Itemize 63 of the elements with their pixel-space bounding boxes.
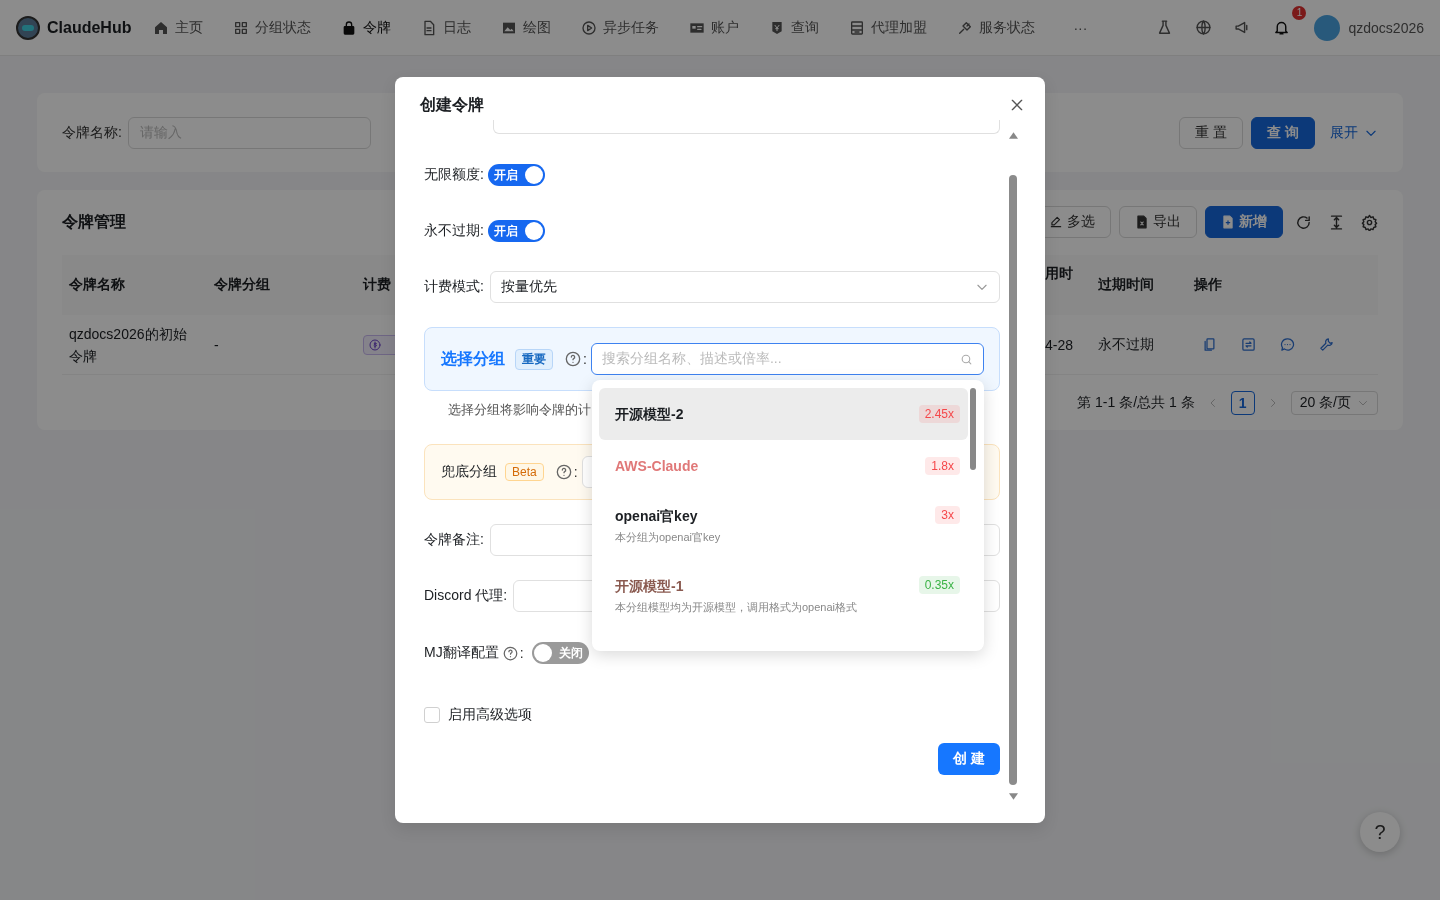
page-button[interactable]: 1: [1230, 391, 1255, 415]
dropdown-option[interactable]: 开源模型-2 2.45x: [599, 388, 968, 440]
toggle-switch[interactable]: 开启: [487, 164, 545, 186]
field-label: 令牌备注:: [424, 531, 484, 549]
option-description: 本分组模型均为开源模型，调用格式为openai格式: [615, 600, 858, 615]
dialog-title: 创建令牌: [420, 95, 484, 115]
table-cell: -: [214, 336, 219, 353]
nav-item[interactable]: 日志: [421, 18, 472, 37]
table-cell: 4-28: [1045, 336, 1074, 353]
option-name: 开源模型-1: [615, 577, 685, 596]
field-label: 无限额度:: [424, 166, 484, 184]
username[interactable]: qzdocs2026: [1348, 19, 1424, 36]
option-name: openai官key: [615, 507, 699, 526]
brand-name: ClaudeHub: [47, 18, 132, 37]
section-title: 选择分组: [441, 348, 505, 369]
tag: Beta: [505, 463, 544, 481]
table-cell: 永不过期: [1098, 335, 1154, 354]
nav-item[interactable]: 令牌: [341, 18, 392, 37]
ratio-tag: 1.8x: [925, 457, 960, 475]
create-button[interactable]: 创 建: [938, 743, 1000, 775]
nav-item[interactable]: 主页: [153, 18, 204, 37]
nav-item[interactable]: 查询: [769, 18, 820, 37]
colon: :: [573, 464, 578, 480]
nav-item[interactable]: 分组状态: [233, 18, 312, 37]
dropdown-option[interactable]: 开源模型-1 本分组模型均为开源模型，调用格式为openai格式 0.35x: [599, 562, 968, 632]
field-label: MJ翻译配置: [424, 644, 499, 662]
nav-item[interactable]: 代理加盟: [849, 18, 928, 37]
ratio-tag: 3x: [935, 506, 960, 524]
notification-badge: 1: [1292, 6, 1307, 20]
reset-button[interactable]: 重 置: [1179, 117, 1244, 149]
query-button[interactable]: 查 询: [1251, 117, 1315, 149]
checkbox-label: 启用高级选项: [448, 706, 532, 724]
expand-link[interactable]: 展开: [1330, 124, 1378, 142]
nav-item[interactable]: 账户: [689, 18, 740, 37]
option-description: 本分组为openai官key: [615, 530, 721, 545]
section-title: 兜底分组: [441, 463, 497, 481]
toolbar-button[interactable]: 导出: [1119, 206, 1197, 238]
toggle-switch[interactable]: 开启: [487, 220, 545, 242]
nav-item[interactable]: 绘图: [501, 18, 552, 37]
help-button[interactable]: ?: [1360, 812, 1400, 852]
pagination-summary: 第 1-1 条/总共 1 条: [1077, 394, 1195, 412]
panel-title: 令牌管理: [62, 211, 126, 232]
select-field[interactable]: 按量优先: [489, 271, 1000, 303]
colon: :: [583, 351, 587, 367]
toolbar-button[interactable]: 新增: [1205, 206, 1283, 238]
dropdown-option[interactable]: openai官key 本分组为openai官key 3x: [599, 492, 968, 562]
page-size-select[interactable]: 20 条/页: [1290, 391, 1378, 415]
tag: 重要: [515, 348, 553, 370]
ratio-tag: 2.45x: [918, 405, 960, 423]
field-label: 永不过期:: [424, 222, 484, 240]
ratio-tag: 0.35x: [918, 576, 960, 594]
hint-text: 选择分组将影响令牌的计: [448, 401, 591, 419]
option-name: 开源模型-2: [615, 405, 684, 424]
field-label: 令牌名称:: [62, 124, 122, 142]
dropdown-option[interactable]: AWS-Claude 1.8x: [599, 440, 968, 492]
option-name: AWS-Claude: [615, 457, 699, 476]
table-cell-text: qzdocs2026的初始令牌: [69, 324, 188, 366]
nav-item[interactable]: 异步任务: [581, 18, 660, 37]
toggle-switch[interactable]: 关闭: [531, 642, 589, 664]
more-menu[interactable]: ···: [1073, 19, 1088, 36]
colon: :: [519, 645, 524, 661]
nav-item[interactable]: 服务状态: [957, 18, 1036, 37]
field-label: Discord 代理:: [424, 587, 508, 605]
